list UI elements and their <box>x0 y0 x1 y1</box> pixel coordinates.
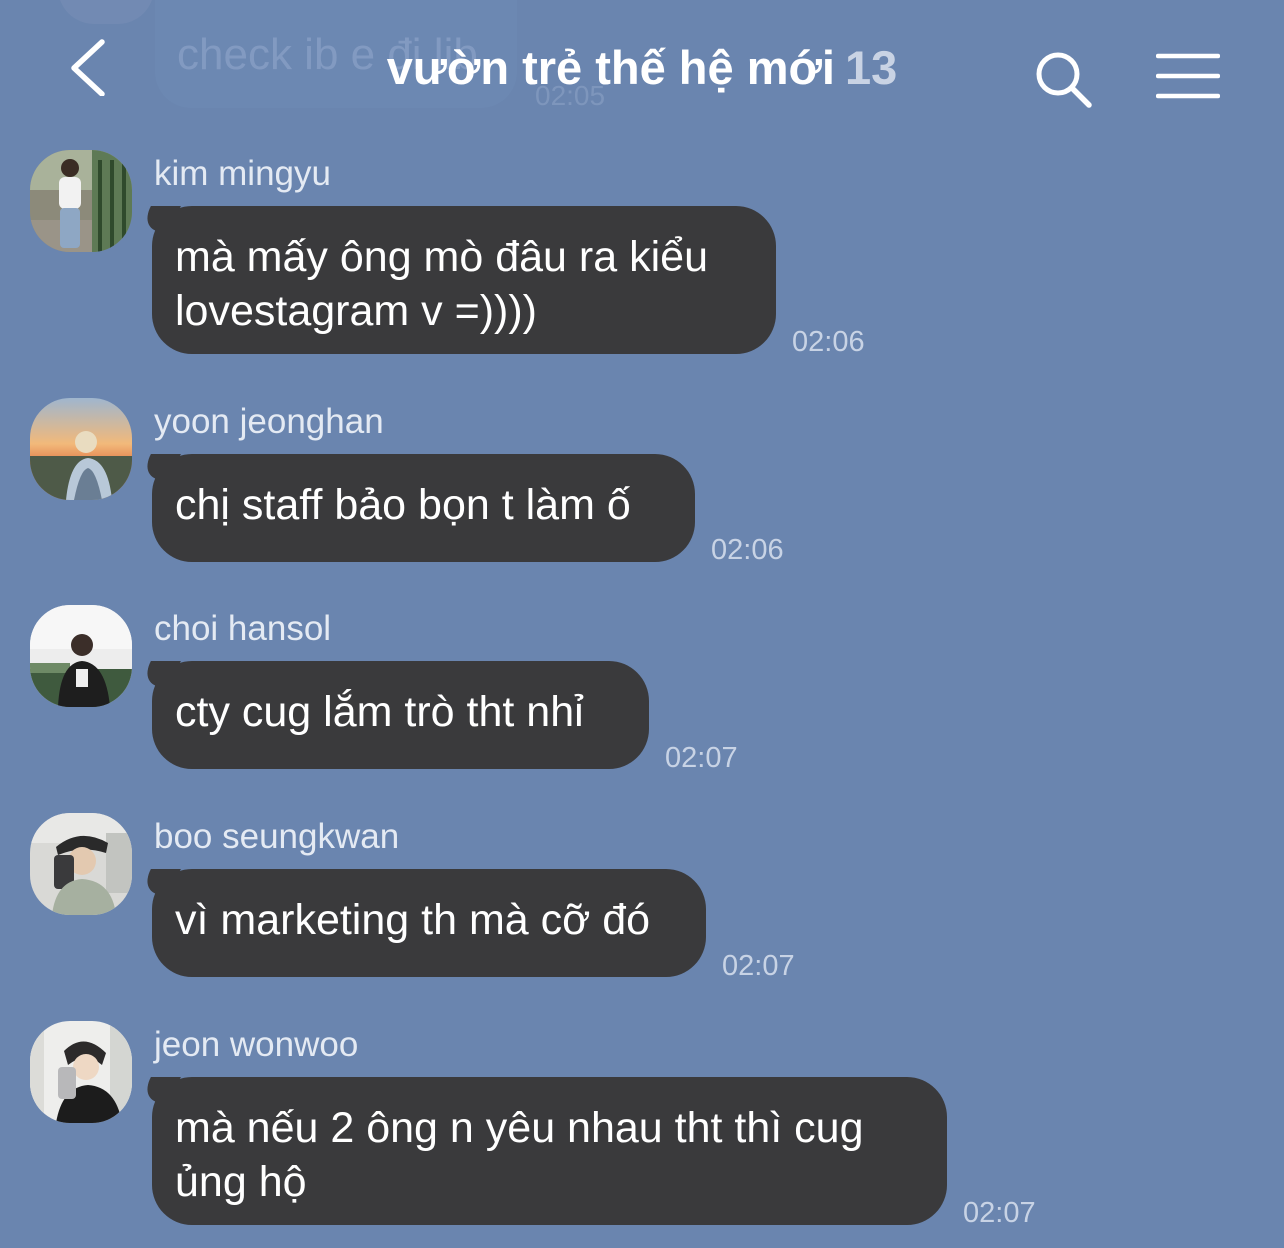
message-time: 02:07 <box>665 742 738 774</box>
message-line: ủng hộ <box>175 1158 307 1206</box>
avatar[interactable] <box>30 398 132 500</box>
search-icon <box>1036 52 1092 108</box>
message-line: mà mấy ông mò đâu ra kiểu <box>175 233 708 281</box>
avatar[interactable] <box>30 1021 132 1123</box>
sender-name: jeon wonwoo <box>154 1025 359 1064</box>
search-button[interactable] <box>1034 50 1094 110</box>
message-time: 02:06 <box>792 326 865 358</box>
message-line: lovestagram v =)))) <box>175 287 537 335</box>
message-line: cty cug lắm trò tht nhỉ <box>175 688 584 736</box>
chat-header: vườn trẻ thế hệ mới 13 <box>0 0 1284 140</box>
sender-name: yoon jeonghan <box>154 402 384 441</box>
message-bubble[interactable]: vì marketing th mà cỡ đó <box>152 869 706 977</box>
message-line: mà nếu 2 ông n yêu nhau tht thì cug <box>175 1104 864 1152</box>
sender-name: choi hansol <box>154 609 332 648</box>
message-time: 02:07 <box>963 1197 1036 1229</box>
group-name: vườn trẻ thế hệ mới <box>386 41 835 94</box>
sender-name: boo seungkwan <box>154 817 400 856</box>
member-count: 13 <box>844 41 898 94</box>
menu-button[interactable] <box>1155 52 1221 100</box>
avatar[interactable] <box>30 813 132 915</box>
message-line: chị staff bảo bọn t làm ố <box>175 481 631 529</box>
avatar[interactable] <box>30 150 132 252</box>
message-bubble[interactable]: chị staff bảo bọn t làm ố <box>152 454 695 562</box>
message-bubble[interactable]: cty cug lắm trò tht nhỉ <box>152 661 649 769</box>
message-bubble[interactable]: mà nếu 2 ông n yêu nhau tht thì cug ủng … <box>152 1077 947 1225</box>
message-time: 02:07 <box>722 950 795 982</box>
message-line: vì marketing th mà cỡ đó <box>175 896 651 944</box>
avatar[interactable] <box>30 605 132 707</box>
sender-name: kim mingyu <box>154 154 331 193</box>
message-time: 02:06 <box>711 534 784 566</box>
message-bubble[interactable]: mà mấy ông mò đâu ra kiểu lovestagram v … <box>152 206 776 354</box>
hamburger-menu-icon <box>1155 53 1221 99</box>
chat-screen: check ib e đi lib 02:05 vườn trẻ thế hệ … <box>0 0 1284 1248</box>
